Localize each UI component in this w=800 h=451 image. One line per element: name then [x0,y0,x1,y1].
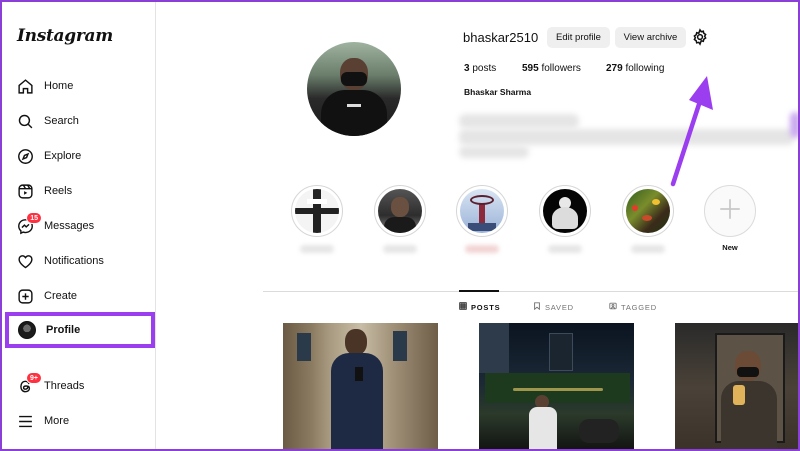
compass-icon [16,147,34,165]
post-thumbnail[interactable] [283,323,438,449]
blurred-highlight-title [383,245,417,253]
profile-avatar-icon [18,321,36,339]
tab-saved[interactable]: SAVED [533,302,574,312]
plus-icon [717,196,743,227]
sidebar-item-label: Notifications [44,255,104,267]
blurred-bio-line [459,146,529,158]
story-highlight[interactable] [537,185,593,253]
blurred-highlight-title [465,245,499,253]
sidebar-item-label: Messages [44,220,95,232]
following-stat[interactable]: 279 following [606,63,664,74]
sidebar-item-label: Home [44,80,74,92]
followers-stat[interactable]: 595 followers [522,63,581,74]
following-label: following [625,63,665,74]
story-highlight[interactable] [372,185,428,253]
tab-posts[interactable]: POSTS [459,302,500,312]
sidebar-item-label: Search [44,115,79,127]
sidebar-item-label: Threads [44,380,85,392]
story-highlight[interactable] [620,185,676,253]
threads-icon: 9+ [16,372,42,395]
instagram-logo[interactable]: Instagram [17,26,113,46]
sidebar-item-threads[interactable]: 9+ Threads [8,371,152,401]
edit-profile-button[interactable]: Edit profile [547,27,610,48]
posts-label: posts [472,63,497,74]
story-highlight[interactable] [289,185,345,253]
sidebar-item-home[interactable]: Home [8,71,152,101]
sidebar-item-messages[interactable]: 15 Messages [8,211,152,241]
avatar [18,321,36,339]
avatar-photo-logo [347,104,361,107]
tabs-divider [263,291,798,292]
reels-icon [16,182,34,200]
annotation-arrow [670,76,713,187]
following-count: 279 [606,63,623,74]
post-thumbnail[interactable] [479,323,634,449]
new-highlight-button[interactable]: New [702,185,758,252]
sidebar-item-explore[interactable]: Explore [8,141,152,171]
avatar-photo-body [321,90,387,136]
blurred-highlight-title [631,245,665,253]
sidebar: Instagram Home Search Explore Reels 15 M… [2,2,156,449]
plus-square-icon [16,287,34,305]
sidebar-item-label: Profile [46,324,81,336]
blurred-bio-line [459,129,794,145]
avatar-photo-mask [341,72,367,86]
sidebar-item-label: Reels [44,185,73,197]
sidebar-item-reels[interactable]: Reels [8,176,152,206]
tab-label: SAVED [545,302,574,312]
profile-main: bhaskar2510 Edit profile View archive 3 … [157,2,798,449]
sidebar-item-label: More [44,415,70,427]
tab-label: TAGGED [621,302,657,312]
sidebar-item-notifications[interactable]: Notifications [8,246,152,276]
menu-icon [16,412,34,430]
tab-tagged[interactable]: TAGGED [609,302,657,312]
browser-viewport: Instagram Home Search Explore Reels 15 M… [2,2,798,449]
sidebar-item-label: Create [44,290,78,302]
followers-count: 595 [522,63,539,74]
sidebar-item-label: Explore [44,150,82,162]
blurred-bio-line [459,114,579,128]
blurred-highlight-title [300,245,334,253]
sidebar-item-create[interactable]: Create [8,281,152,311]
bookmark-icon [533,302,541,312]
threads-badge: 9+ [26,372,42,384]
active-tab-indicator [459,290,499,292]
tag-icon [609,302,617,312]
tab-label: POSTS [471,302,501,312]
posts-count: 3 [464,63,470,74]
blurred-edge [790,112,798,138]
messenger-icon: 15 [16,212,42,235]
followers-label: followers [541,63,581,74]
blurred-highlight-title [548,245,582,253]
profile-picture[interactable] [307,42,401,136]
home-icon [16,77,34,95]
sidebar-item-profile[interactable]: Profile [5,312,155,348]
search-icon [16,112,34,130]
posts-stat: 3 posts [464,63,496,74]
profile-full-name: Bhaskar Sharma [464,87,532,97]
sidebar-item-search[interactable]: Search [8,106,152,136]
heart-icon [16,252,34,270]
messages-badge: 15 [26,212,42,224]
new-highlight-label: New [722,243,738,252]
sidebar-item-more[interactable]: More [8,406,152,436]
view-archive-button[interactable]: View archive [615,27,686,48]
story-highlight[interactable] [454,185,510,253]
profile-username: bhaskar2510 [463,30,539,45]
grid-icon [459,302,467,312]
post-thumbnail[interactable] [675,323,798,449]
settings-gear-icon[interactable] [691,28,709,46]
